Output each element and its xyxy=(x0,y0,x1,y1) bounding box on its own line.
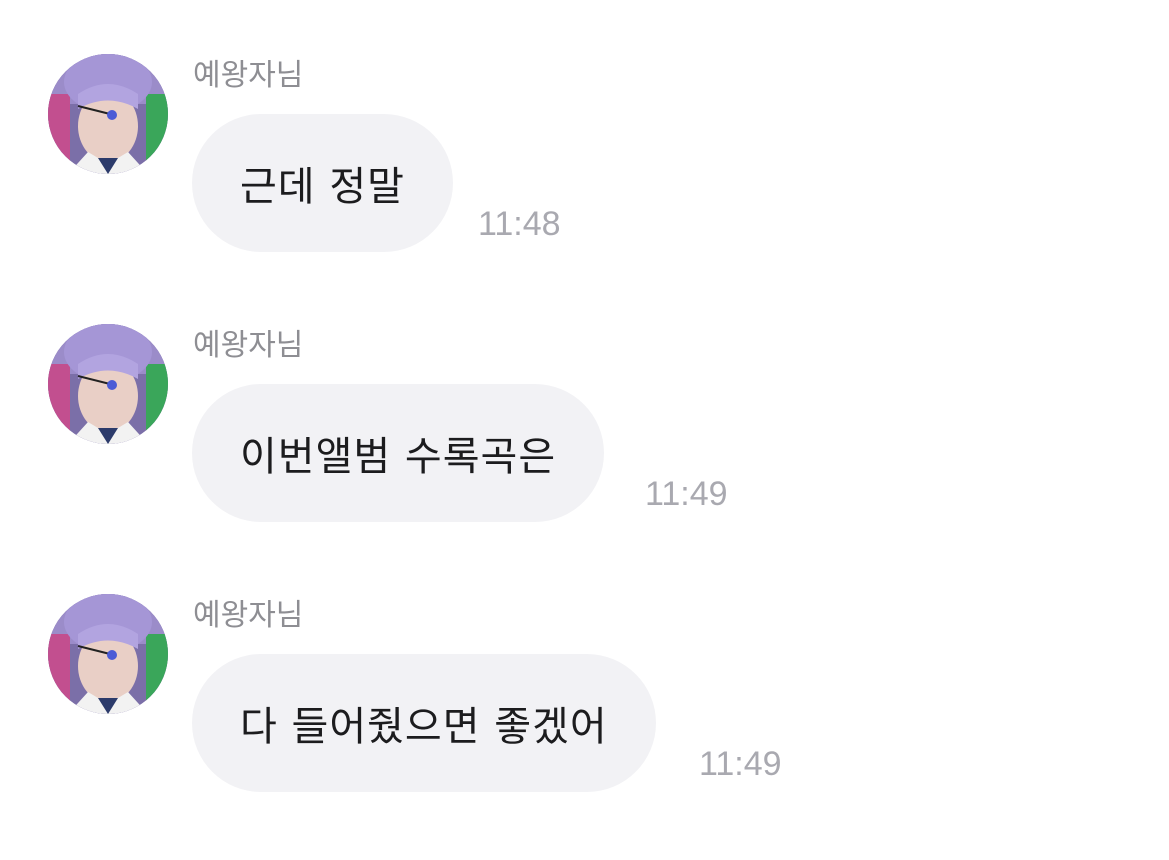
message-text: 이번앨범 수록곡은 xyxy=(240,434,557,480)
message-text: 근데 정말 xyxy=(240,164,405,210)
message-timestamp: 11:48 xyxy=(478,205,561,243)
chat-message: 예왕자님 다 들어줬으면 좋겠어 11:49 xyxy=(0,594,1169,794)
message-bubble[interactable]: 이번앨범 수록곡은 xyxy=(192,384,605,522)
chat-message: 예왕자님 근데 정말 11:48 xyxy=(0,54,1169,254)
message-text: 다 들어줬으면 좋겠어 xyxy=(240,704,608,750)
sender-name: 예왕자님 xyxy=(193,328,304,363)
sender-name: 예왕자님 xyxy=(193,598,304,633)
avatar-photo xyxy=(48,594,168,714)
sender-avatar[interactable] xyxy=(48,54,168,174)
sender-avatar[interactable] xyxy=(48,324,168,444)
avatar-photo xyxy=(48,54,168,174)
avatar-photo xyxy=(48,324,168,444)
sender-name: 예왕자님 xyxy=(193,58,304,93)
message-timestamp: 11:49 xyxy=(699,745,782,783)
message-bubble[interactable]: 다 들어줬으면 좋겠어 xyxy=(192,654,656,792)
message-bubble[interactable]: 근데 정말 xyxy=(192,114,453,252)
chat-message: 예왕자님 이번앨범 수록곡은 11:49 xyxy=(0,324,1169,524)
sender-avatar[interactable] xyxy=(48,594,168,714)
message-timestamp: 11:49 xyxy=(645,475,728,513)
